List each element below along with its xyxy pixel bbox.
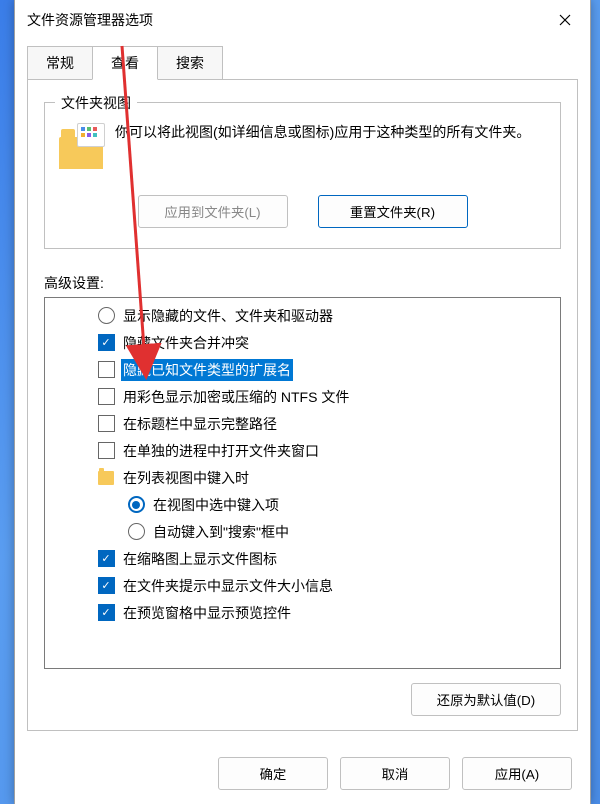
tree-item[interactable]: 隐藏已知文件类型的扩展名 [47,356,558,383]
tree-item-label: 在列表视图中键入时 [121,467,251,489]
tab-search[interactable]: 搜索 [157,46,223,80]
reset-folders-button[interactable]: 重置文件夹(R) [318,195,468,228]
ok-button[interactable]: 确定 [218,757,328,790]
apply-button[interactable]: 应用(A) [462,757,572,790]
advanced-settings-tree[interactable]: 显示隐藏的文件、文件夹和驱动器隐藏文件夹合并冲突隐藏已知文件类型的扩展名用彩色显… [44,297,561,669]
radio-icon[interactable] [128,523,145,540]
tree-item-label: 在单独的进程中打开文件夹窗口 [121,440,321,462]
tree-item-label: 在缩略图上显示文件图标 [121,548,279,570]
tree-item[interactable]: 在标题栏中显示完整路径 [47,410,558,437]
apply-to-folders-button[interactable]: 应用到文件夹(L) [138,195,288,228]
checkbox-icon[interactable] [98,577,115,594]
restore-defaults-button[interactable]: 还原为默认值(D) [411,683,561,716]
radio-icon[interactable] [128,496,145,513]
tree-item[interactable]: 在列表视图中键入时 [47,464,558,491]
tree-item-label: 在文件夹提示中显示文件大小信息 [121,575,335,597]
checkbox-icon[interactable] [98,361,115,378]
window-title: 文件资源管理器选项 [27,10,540,30]
tree-item[interactable]: 在单独的进程中打开文件夹窗口 [47,437,558,464]
tree-item-label: 自动键入到"搜索"框中 [151,521,291,543]
folder-view-group: 文件夹视图 你可以将此视图(如详细信息或图标)应用于这种类型的所有文件夹。 应用… [44,102,561,249]
folder-view-group-title: 文件夹视图 [55,93,137,113]
tree-item-label: 在视图中选中键入项 [151,494,281,516]
tree-item-label: 显示隐藏的文件、文件夹和驱动器 [121,305,335,327]
folder-view-desc: 你可以将此视图(如详细信息或图标)应用于这种类型的所有文件夹。 [115,121,546,169]
checkbox-icon[interactable] [98,442,115,459]
tree-item-label: 在标题栏中显示完整路径 [121,413,279,435]
tree-item-label: 在预览窗格中显示预览控件 [121,602,293,624]
tree-item-label: 用彩色显示加密或压缩的 NTFS 文件 [121,386,351,408]
checkbox-icon[interactable] [98,550,115,567]
tree-item[interactable]: 在视图中选中键入项 [47,491,558,518]
tab-view[interactable]: 查看 [92,46,158,80]
tree-item[interactable]: 在缩略图上显示文件图标 [47,545,558,572]
checkbox-icon[interactable] [98,334,115,351]
radio-icon[interactable] [98,307,115,324]
checkbox-icon[interactable] [98,604,115,621]
titlebar: 文件资源管理器选项 [15,0,590,40]
folder-icon [59,125,103,169]
advanced-settings-label: 高级设置: [44,273,561,293]
checkbox-icon[interactable] [98,415,115,432]
tree-item[interactable]: 自动键入到"搜索"框中 [47,518,558,545]
close-button[interactable] [540,0,590,40]
tree-item-label: 隐藏文件夹合并冲突 [121,332,251,354]
close-icon [559,14,571,26]
dialog-body: 常规 查看 搜索 文件夹视图 你可以将此视图(如详细信息或图标)应用于这种类 [15,40,590,743]
tab-general[interactable]: 常规 [27,46,93,80]
folder-icon [98,471,114,485]
dialog-footer: 确定 取消 应用(A) [15,743,590,804]
checkbox-icon[interactable] [98,388,115,405]
cancel-button[interactable]: 取消 [340,757,450,790]
tree-item[interactable]: 显示隐藏的文件、文件夹和驱动器 [47,302,558,329]
tree-item[interactable]: 隐藏文件夹合并冲突 [47,329,558,356]
tree-item-label: 隐藏已知文件类型的扩展名 [121,359,293,381]
tree-item[interactable]: 在预览窗格中显示预览控件 [47,599,558,626]
tree-item[interactable]: 在文件夹提示中显示文件大小信息 [47,572,558,599]
folder-options-dialog: 文件资源管理器选项 常规 查看 搜索 文件夹视图 [14,0,591,804]
tree-item[interactable]: 用彩色显示加密或压缩的 NTFS 文件 [47,383,558,410]
tabs: 常规 查看 搜索 [27,46,578,80]
tab-panel-view: 文件夹视图 你可以将此视图(如详细信息或图标)应用于这种类型的所有文件夹。 应用… [27,79,578,731]
